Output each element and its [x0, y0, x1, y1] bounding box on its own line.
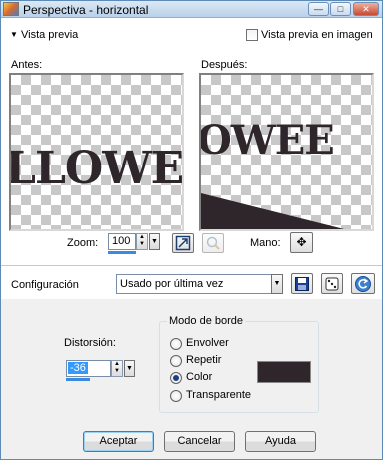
distortion-slider-bar[interactable] [66, 378, 90, 381]
pan-icon: ✥ [296, 235, 307, 249]
preview-toggle[interactable]: Vista previa [21, 29, 78, 41]
hand-label: Mano: [250, 237, 281, 249]
window-title: Perspectiva - horizontal [23, 3, 149, 17]
app-icon [3, 2, 19, 16]
ok-button[interactable]: Aceptar [83, 431, 154, 452]
preview-in-image-checkbox[interactable] [246, 29, 258, 41]
radio-transparent[interactable] [170, 390, 182, 402]
collapse-triangle-icon[interactable]: ▼ [10, 30, 18, 39]
before-preview-text: LLOWE [9, 143, 184, 194]
zoom-input[interactable]: 100 [108, 233, 136, 250]
radio-wrap[interactable] [170, 338, 182, 350]
after-preview[interactable]: OWEE [199, 73, 374, 231]
divider [1, 265, 382, 266]
config-select[interactable]: Usado por última vez [116, 274, 273, 294]
distortion-input[interactable]: -36 [66, 360, 111, 377]
config-dropdown-icon[interactable]: ▼ [271, 274, 283, 294]
radio-wrap-label: Envolver [186, 337, 229, 349]
after-preview-shape [201, 193, 345, 229]
close-icon[interactable]: ✕ [353, 2, 379, 16]
radio-color-label: Color [186, 371, 213, 383]
reset-button[interactable] [351, 273, 375, 294]
help-button[interactable]: Ayuda [245, 431, 316, 452]
radio-transparent-label: Transparente [186, 389, 252, 401]
dice-icon [325, 277, 339, 291]
save-icon [295, 277, 309, 291]
zoom-slider-bar[interactable] [108, 251, 136, 254]
before-label: Antes: [11, 59, 43, 71]
zoom-value: 100 [112, 235, 131, 247]
radio-color[interactable] [170, 372, 182, 384]
fit-zoom-button[interactable] [172, 233, 194, 253]
distortion-label: Distorsión: [64, 337, 116, 349]
distortion-dropdown-icon[interactable]: ▼ [124, 360, 135, 377]
zoom-tool-button[interactable] [202, 233, 224, 253]
save-config-button[interactable] [291, 273, 313, 294]
preview-in-image-label: Vista previa en imagen [261, 29, 373, 41]
title-bar: Perspectiva - horizontal — □ ✕ [1, 1, 382, 18]
random-button[interactable] [321, 273, 343, 294]
pan-button[interactable]: ✥ [290, 232, 313, 253]
distortion-value: -36 [68, 362, 88, 374]
after-label: Después: [201, 59, 248, 71]
before-preview[interactable]: LLOWE [9, 73, 184, 231]
border-mode-title: Modo de borde [167, 315, 245, 327]
maximize-icon[interactable]: □ [330, 2, 351, 16]
minimize-icon[interactable]: — [308, 2, 329, 16]
fit-window-icon [175, 235, 191, 251]
radio-repeat-label: Repetir [186, 354, 222, 366]
reset-icon [355, 276, 371, 292]
radio-repeat[interactable] [170, 355, 182, 367]
config-value: Usado por última vez [120, 278, 224, 290]
config-label: Configuración [11, 279, 79, 291]
magnifier-icon [206, 236, 220, 250]
border-color-swatch[interactable] [257, 361, 311, 383]
zoom-label: Zoom: [67, 237, 99, 249]
cancel-button[interactable]: Cancelar [164, 431, 235, 452]
zoom-spinner[interactable]: ▲ ▼ [136, 233, 148, 250]
zoom-dropdown-icon[interactable]: ▼ [149, 233, 160, 250]
perspective-dialog: Perspectiva - horizontal — □ ✕ ▼ Vista p… [0, 0, 383, 460]
distortion-spinner[interactable]: ▲ ▼ [111, 360, 123, 377]
